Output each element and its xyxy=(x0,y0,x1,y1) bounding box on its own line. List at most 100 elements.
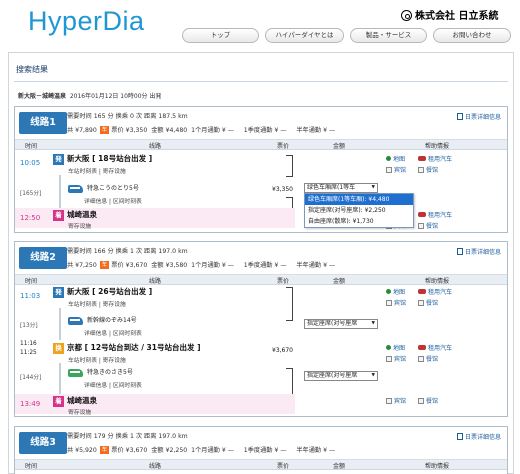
transfer-station[interactable]: 京都 [ 12号站台到达 / 31号站台出发 ] xyxy=(67,343,201,352)
fare-value: ¥3,670 xyxy=(272,347,293,354)
depart-mark-icon: 発 xyxy=(53,286,64,298)
train-links[interactable]: 详细信息 | 区间时刻表 xyxy=(84,380,142,389)
route-badge: 线路3 xyxy=(19,432,67,454)
detail-label: 日票详细信息 xyxy=(464,249,501,256)
corp-logo[interactable]: 株式会社 日立系統 xyxy=(401,7,498,22)
restaurant-icon xyxy=(418,398,424,404)
ticket-tag: 车 xyxy=(99,446,110,454)
col-amount: 金额 xyxy=(333,143,346,150)
ticket-fare: 票价 ¥3,670 xyxy=(111,447,148,454)
route-summary: 需要时间 179 分 换乘 1 次 距离 197.0 km xyxy=(67,433,188,440)
ride-minutes: [13分] xyxy=(20,323,38,329)
amount: 金额 ¥4,480 xyxy=(151,127,188,134)
dep-time: 11:03 xyxy=(20,292,41,300)
pass-3m: 1季度通勤 ¥ — xyxy=(243,447,287,454)
col-info: 帮助情报 xyxy=(425,143,450,150)
fare-bracket xyxy=(286,155,293,177)
nav-contact[interactable]: お問い合わせ xyxy=(433,28,511,43)
map-icon xyxy=(386,345,391,350)
seat-dropdown: 绿色车厢席(1等车厢): ¥4,480 指定座席(对号座席): ¥2,250 自… xyxy=(304,193,414,228)
arr-links[interactable]: 寄存设施 xyxy=(68,407,91,416)
train-icon xyxy=(68,184,83,193)
col-fare: 票价 xyxy=(277,143,290,150)
col-line: 线路 xyxy=(149,143,162,150)
arr-station[interactable]: 城崎温泉 xyxy=(67,210,97,219)
col-info: 帮助情报 xyxy=(425,463,450,470)
detail-label: 日票详细信息 xyxy=(464,114,501,121)
search-condition: 新大阪－城崎温泉 2016年01月12日 10時00分 出発 xyxy=(18,91,161,100)
seat-select[interactable]: 绿色车厢席(1等车 xyxy=(304,183,378,193)
arr-station[interactable]: 城崎温泉 xyxy=(67,396,97,405)
seat-option[interactable]: 自由座席(散席): ¥1,730 xyxy=(305,216,413,227)
document-icon xyxy=(456,248,463,255)
train-name[interactable]: 新幹線のぞみ14号 xyxy=(87,317,137,324)
rental-car-link[interactable]: 租用汽车 xyxy=(418,287,452,296)
arr-links[interactable]: 寄存设施 xyxy=(68,221,91,230)
fare-detail-link[interactable]: 日票详细信息 xyxy=(456,247,501,256)
nav-about[interactable]: ハイパーダイヤとは xyxy=(265,28,344,43)
transfer-time-arr: 11:16 xyxy=(20,341,37,347)
nav-products[interactable]: 製品・サービス xyxy=(350,28,427,43)
dep-station[interactable]: 新大阪 [ 18号站台出发 ] xyxy=(67,154,152,163)
transfer-links[interactable]: 车站时刻表 | 寄存设施 xyxy=(68,355,126,364)
train-name[interactable]: 特急きのさき5号 xyxy=(87,369,133,376)
hotel-link[interactable]: 宾馆 xyxy=(386,354,406,363)
rental-car-link[interactable]: 租用汽车 xyxy=(418,154,452,163)
dep-links[interactable]: 车站时刻表 | 寄存设施 xyxy=(68,299,126,308)
arr-station-row: 着城崎温泉 xyxy=(53,395,97,407)
car-icon xyxy=(418,156,426,161)
map-link[interactable]: 地图 xyxy=(386,287,405,296)
seat-select[interactable]: 指定座席(对号座席 xyxy=(304,371,378,381)
dep-links[interactable]: 车站时刻表 | 寄存设施 xyxy=(68,166,126,175)
route-header: 线路3 需要时间 179 分 换乘 1 次 距离 197.0 km 共 ¥5,9… xyxy=(15,427,507,460)
arrive-mark-icon: 着 xyxy=(53,395,64,407)
ticket-fare: 票价 ¥3,670 xyxy=(111,262,148,269)
seat-option[interactable]: 绿色车厢席(1等车厢): ¥4,480 xyxy=(305,194,413,205)
pass-1m: 1个月通勤 ¥ — xyxy=(191,447,234,454)
rental-car-link[interactable]: 租用汽车 xyxy=(418,210,452,219)
hotel-link[interactable]: 宾馆 xyxy=(386,396,406,405)
train-links[interactable]: 详细信息 | 区间时刻表 xyxy=(84,328,142,337)
pass-1m: 1个月通勤 ¥ — xyxy=(191,127,234,134)
total-fare: 共 ¥7,890 xyxy=(67,127,97,134)
restaurant-label: 餐馆 xyxy=(426,167,439,174)
table-header: 时间 线路 票价 金额 帮助情报 xyxy=(15,140,507,150)
hotel-link[interactable]: 宾馆 xyxy=(386,298,406,307)
route-fares: 共 ¥7,250 车票价 ¥3,670 金额 ¥3,580 1个月通勤 ¥ — … xyxy=(67,260,335,269)
table-header: 时间 线路 票价 金额 帮助情报 xyxy=(15,460,507,470)
map-link[interactable]: 地图 xyxy=(386,154,405,163)
seat-select[interactable]: 指定座席(对号座席 xyxy=(304,319,378,329)
train-name[interactable]: 特急こうのとり5号 xyxy=(87,185,139,192)
train-links[interactable]: 详细信息 | 区间时刻表 xyxy=(84,196,142,205)
document-icon xyxy=(456,433,463,440)
fare-detail-link[interactable]: 日票详细信息 xyxy=(456,112,501,121)
col-line: 线路 xyxy=(149,463,162,470)
route-badge: 线路2 xyxy=(19,247,67,269)
hotel-icon xyxy=(386,356,392,362)
rental-car-link[interactable]: 租用汽车 xyxy=(418,343,452,352)
nav-top[interactable]: トップ xyxy=(182,28,259,43)
hyperdia-logo[interactable]: HyperDia xyxy=(28,6,145,37)
route-line xyxy=(59,363,61,397)
dep-station-row: 発新大阪 [ 18号站台出发 ] xyxy=(53,153,152,165)
fare-bracket xyxy=(286,287,293,321)
restaurant-link[interactable]: 餐馆 xyxy=(418,354,438,363)
rental-label: 租用汽车 xyxy=(428,289,453,296)
route-line xyxy=(59,308,61,340)
map-link[interactable]: 地图 xyxy=(386,343,405,352)
dep-station[interactable]: 新大阪 [ 26号站台出发 ] xyxy=(67,287,152,296)
car-icon xyxy=(418,345,426,350)
restaurant-link[interactable]: 餐馆 xyxy=(418,165,438,174)
restaurant-link[interactable]: 餐馆 xyxy=(418,221,438,230)
seat-option[interactable]: 指定座席(对号座席): ¥2,250 xyxy=(305,205,413,216)
pass-3m: 1季度通勤 ¥ — xyxy=(243,127,287,134)
col-fare: 票价 xyxy=(277,463,290,470)
train-icon xyxy=(68,368,83,377)
ride-minutes: [165分] xyxy=(20,191,42,197)
fare-detail-link[interactable]: 日票详细信息 xyxy=(456,432,501,441)
restaurant-icon xyxy=(418,223,424,229)
restaurant-link[interactable]: 餐馆 xyxy=(418,396,438,405)
corp-name: 株式会社 日立系統 xyxy=(415,11,499,22)
hotel-link[interactable]: 宾馆 xyxy=(386,165,406,174)
restaurant-link[interactable]: 餐馆 xyxy=(418,298,438,307)
